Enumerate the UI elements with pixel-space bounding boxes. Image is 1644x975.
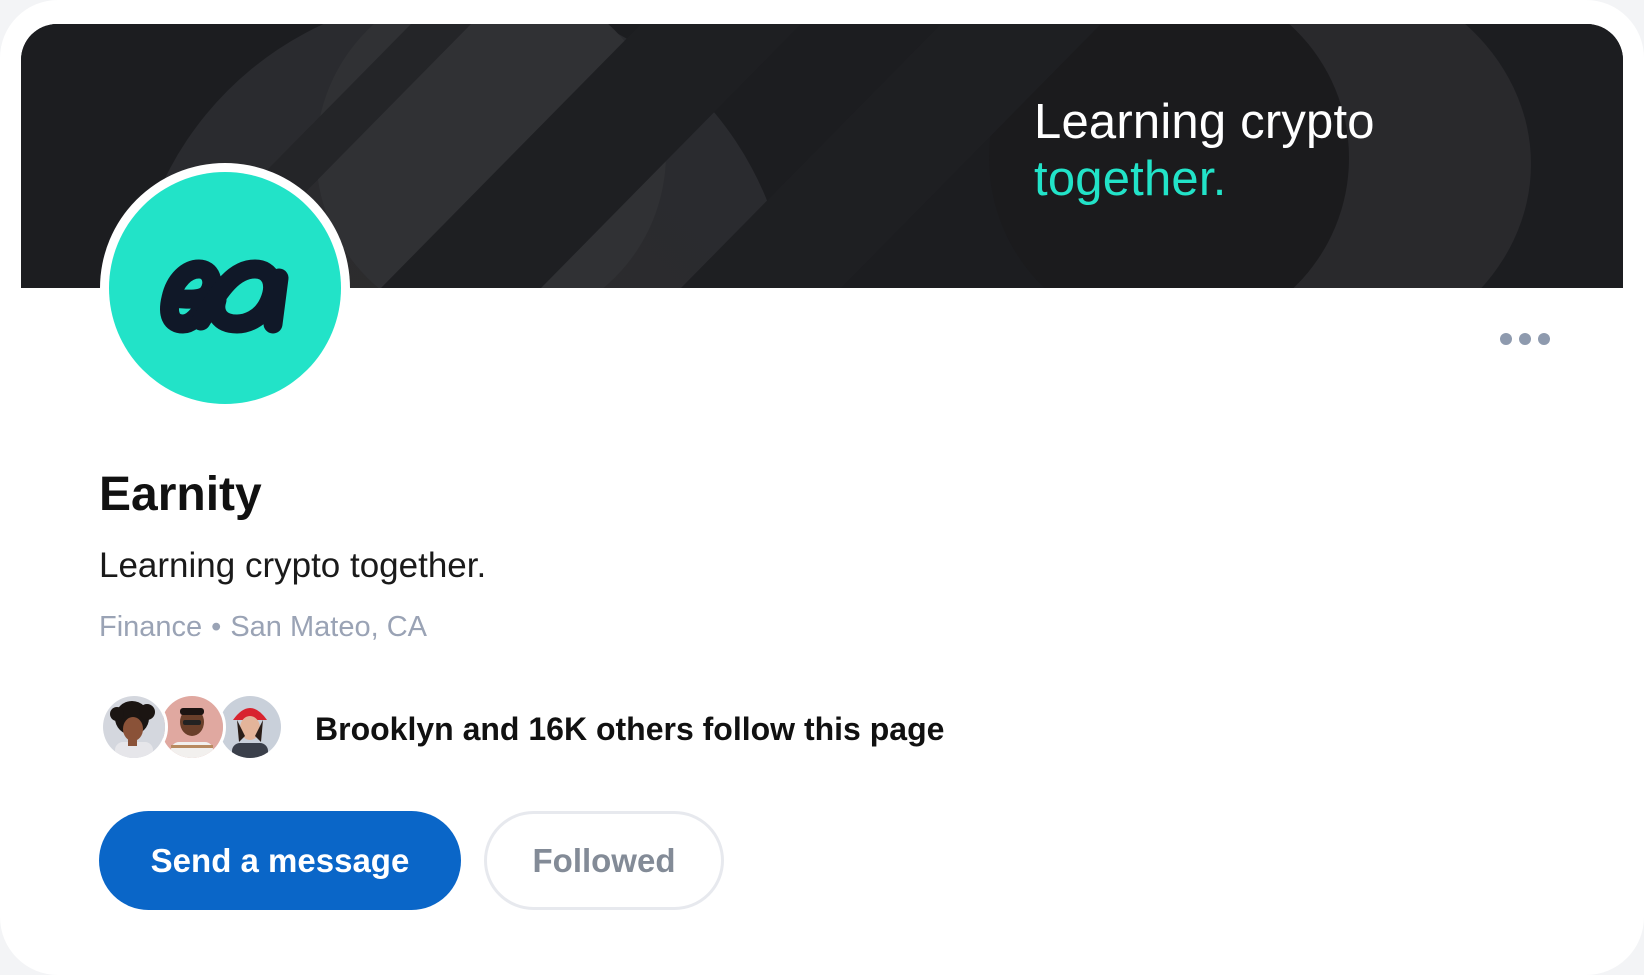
follower-avatar-2 — [161, 696, 223, 758]
meta-separator: • — [211, 611, 222, 643]
company-profile-card: Learning crypto together. Earnity Learni… — [0, 0, 1644, 975]
more-horizontal-icon — [1500, 333, 1512, 345]
more-options-button[interactable] — [1490, 322, 1560, 356]
company-meta: Finance • San Mateo, CA — [99, 608, 427, 646]
follower-avatar-3 — [219, 696, 281, 758]
follower-avatars[interactable] — [100, 693, 290, 761]
banner-slogan-line2: together. — [1034, 152, 1227, 206]
send-message-button[interactable]: Send a message — [99, 811, 461, 910]
more-horizontal-icon-dot — [1538, 333, 1550, 345]
company-location: San Mateo, CA — [230, 611, 427, 643]
avatar[interactable] — [158, 693, 226, 761]
company-tagline: Learning crypto together. — [99, 546, 487, 585]
follower-avatar-1 — [103, 696, 165, 758]
company-logo-badge — [109, 172, 341, 404]
avatar[interactable] — [100, 693, 168, 761]
more-horizontal-icon-dot — [1519, 333, 1531, 345]
banner-slogan-line1: Learning crypto — [1034, 95, 1375, 149]
company-name: Earnity — [99, 468, 262, 521]
ea-logo-icon — [160, 259, 289, 334]
followed-button[interactable]: Followed — [484, 811, 724, 910]
banner-slogan: Learning crypto together. — [1034, 94, 1375, 208]
avatar[interactable] — [216, 693, 284, 761]
followers-summary[interactable]: Brooklyn and 16K others follow this page — [315, 709, 944, 749]
company-logo[interactable] — [100, 163, 350, 413]
company-industry: Finance — [99, 611, 203, 643]
